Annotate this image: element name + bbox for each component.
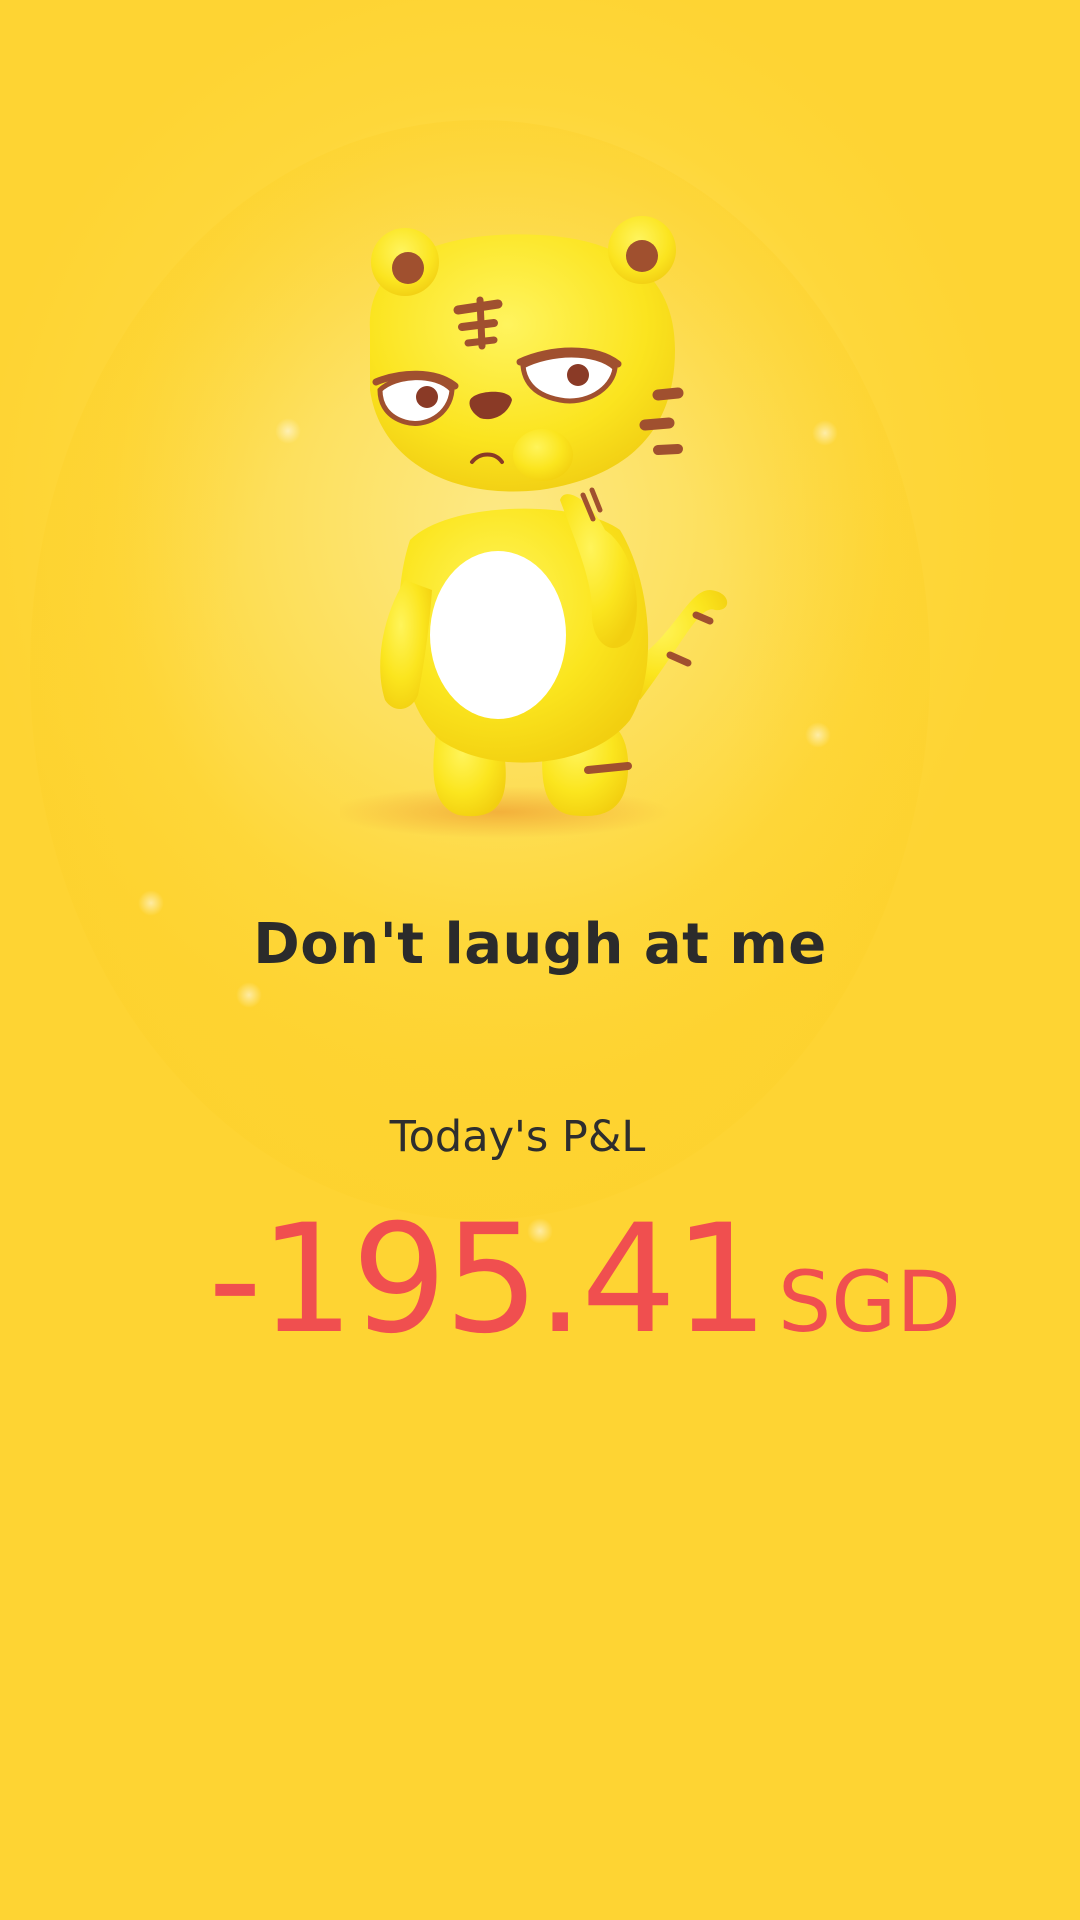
pnl-label: Today's P&L <box>389 1112 646 1162</box>
mood-headline: Don't laugh at me <box>253 912 827 977</box>
sparkle <box>812 420 838 446</box>
sparkle <box>275 418 301 444</box>
pnl-value: -195.41 SGD <box>208 1205 961 1355</box>
sparkle <box>805 722 831 748</box>
pnl-currency: SGD <box>777 1253 962 1351</box>
sparkle <box>236 982 262 1008</box>
tiger-mascot-icon <box>340 216 728 838</box>
pnl-amount: -195.41 <box>208 1193 769 1367</box>
